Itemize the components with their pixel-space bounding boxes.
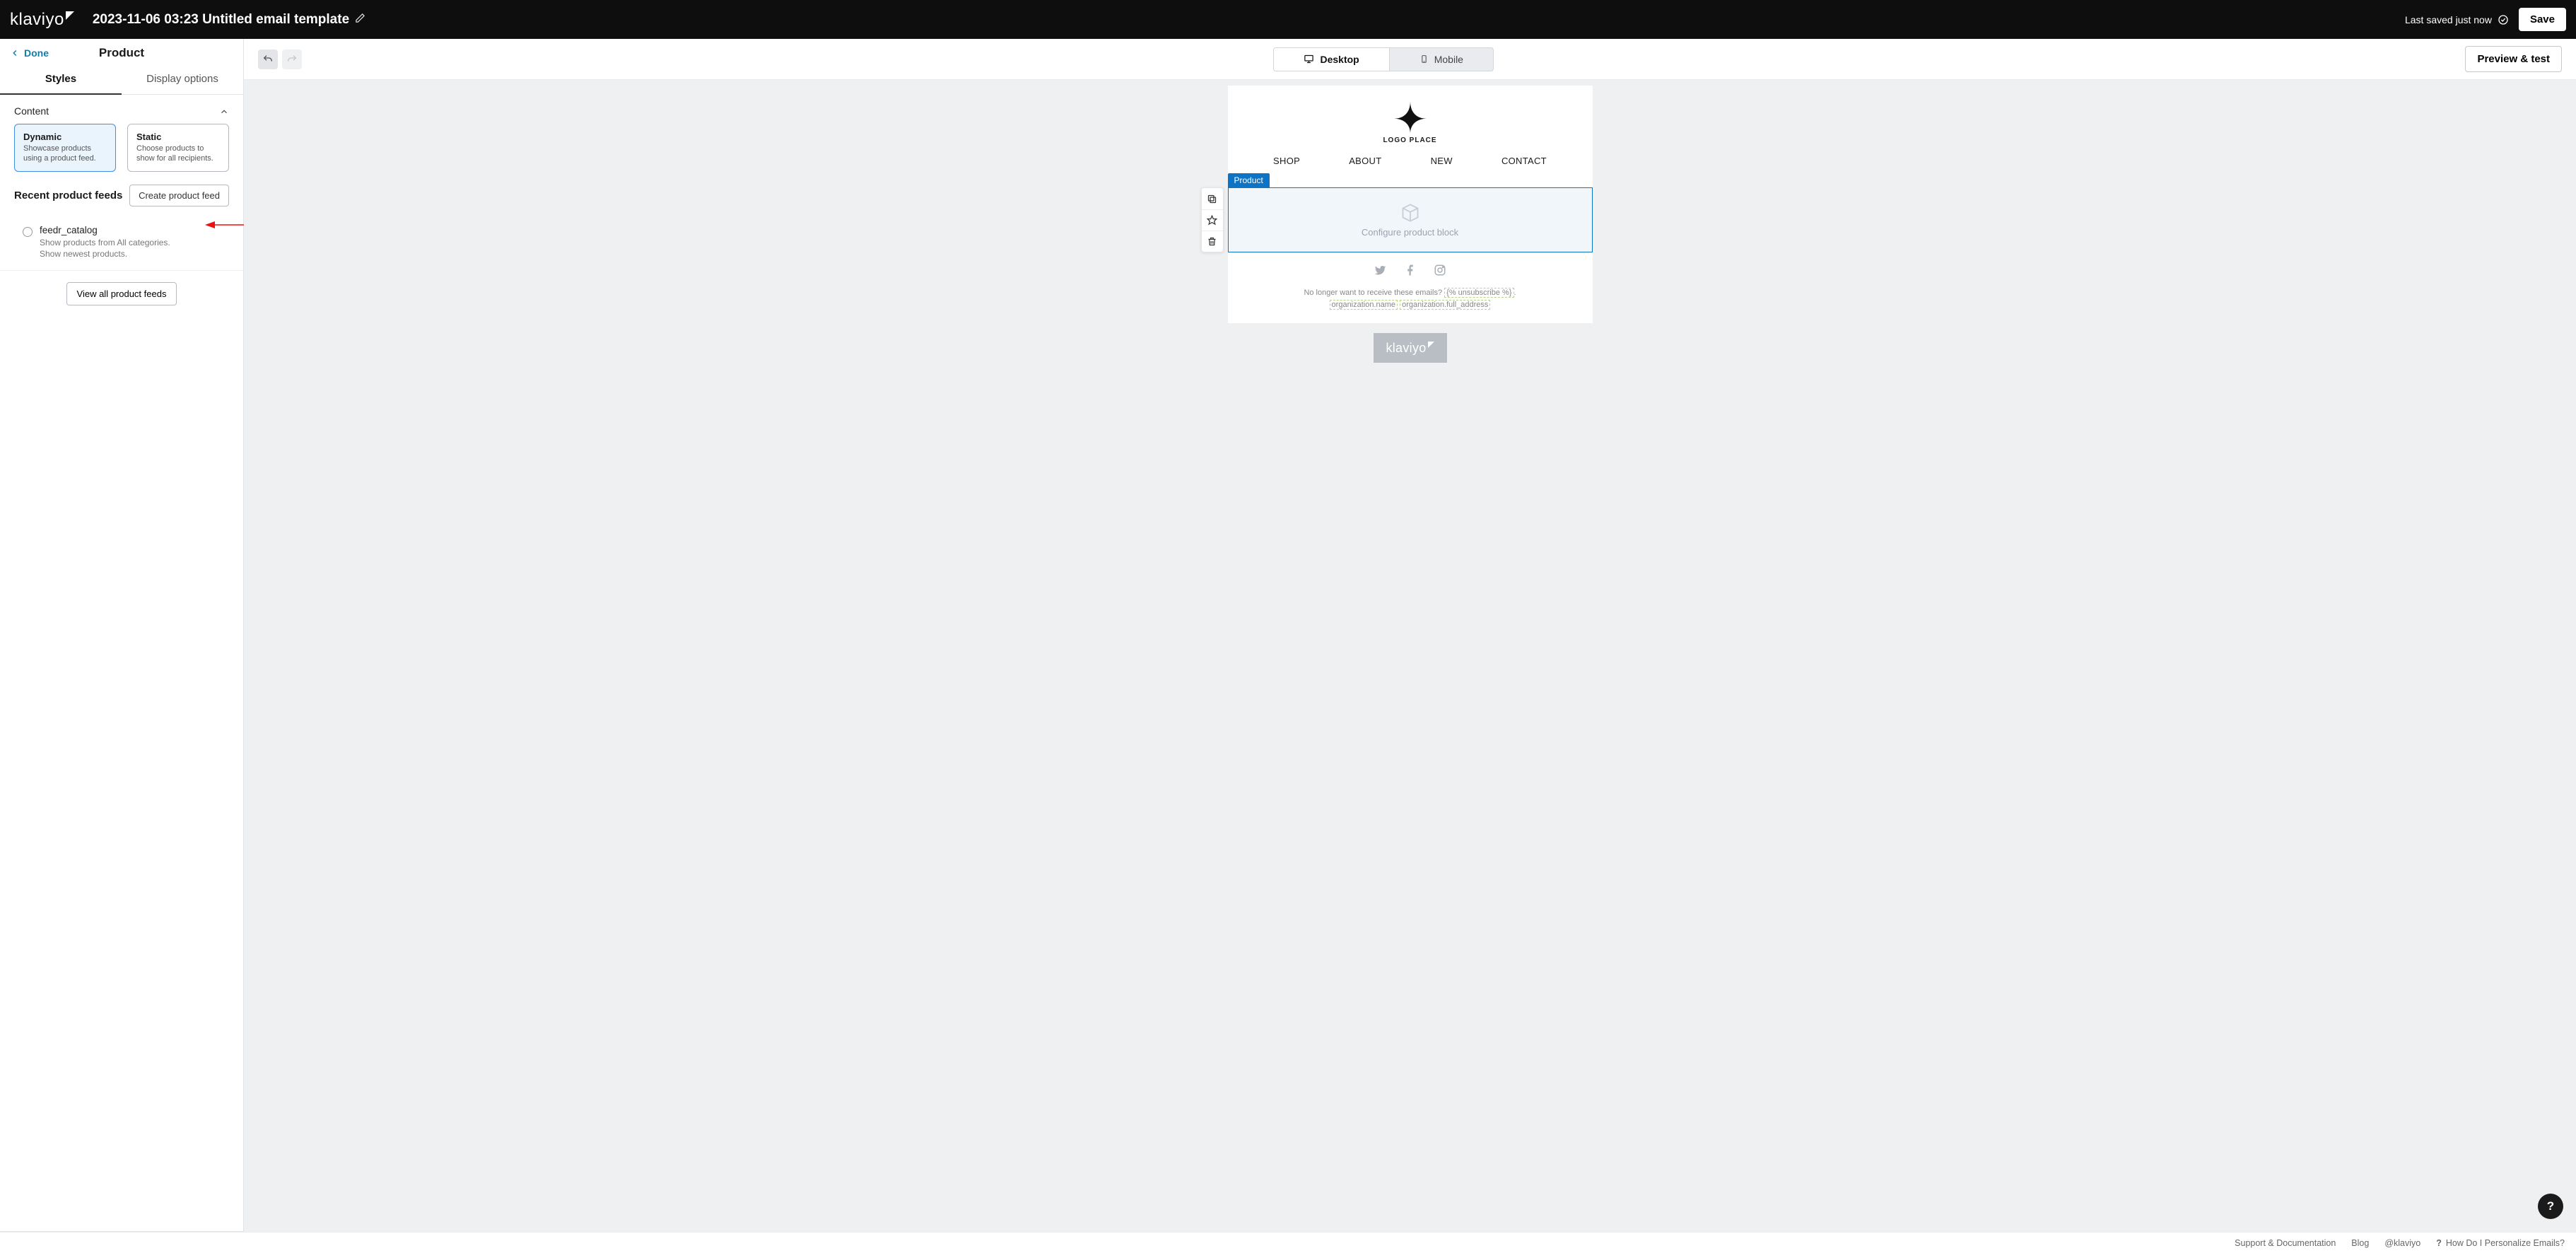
facebook-icon[interactable] <box>1404 264 1417 279</box>
content-section-label: Content <box>14 105 49 117</box>
brand-text: klaviyo <box>10 10 64 30</box>
template-title: 2023-11-06 03:23 Untitled email template <box>93 12 349 28</box>
footer-bar: Support & Documentation Blog @klaviyo ? … <box>0 1232 2576 1253</box>
logo-placeholder-text: LOGO PLACE <box>1228 136 1593 144</box>
unsubscribe-token[interactable]: {% unsubscribe %} <box>1444 288 1514 298</box>
static-title: Static <box>136 132 220 142</box>
preview-test-button[interactable]: Preview & test <box>2465 46 2562 72</box>
package-icon <box>1400 203 1420 223</box>
footer-blog[interactable]: Blog <box>2351 1238 2369 1248</box>
edit-title-icon[interactable] <box>355 12 365 28</box>
email-nav: SHOP ABOUT NEW CONTACT <box>1228 150 1593 173</box>
nav-new[interactable]: NEW <box>1431 156 1453 166</box>
product-block-placeholder-text: Configure product block <box>1362 227 1458 238</box>
static-desc: Choose products to show for all recipien… <box>136 144 220 164</box>
footer-personalize[interactable]: ? How Do I Personalize Emails? <box>2436 1238 2565 1248</box>
create-product-feed-button[interactable]: Create product feed <box>129 185 229 206</box>
logo-placeholder[interactable]: LOGO PLACE <box>1228 101 1593 144</box>
delete-block-button[interactable] <box>1202 231 1223 252</box>
org-address-token[interactable]: organization.full_address <box>1400 300 1490 310</box>
canvas-area: Desktop Mobile Preview & test LOGO PLACE <box>244 39 2576 1232</box>
twitter-icon[interactable] <box>1374 264 1387 279</box>
email-preview: LOGO PLACE SHOP ABOUT NEW CONTACT Produc… <box>1228 86 1593 323</box>
content-mode-static[interactable]: Static Choose products to show for all r… <box>127 124 229 172</box>
recent-feeds-heading: Recent product feeds <box>14 190 122 202</box>
favorite-block-button[interactable] <box>1202 209 1223 231</box>
device-toggle: Desktop Mobile <box>1273 47 1493 71</box>
unsub-prefix: No longer want to receive these emails? <box>1304 289 1444 297</box>
brand-logo: klaviyo <box>10 10 74 30</box>
feed-item-meta-1: Show products from All categories. <box>40 237 170 249</box>
feed-item-radio[interactable] <box>23 227 33 237</box>
nav-shop[interactable]: SHOP <box>1273 156 1300 166</box>
feed-item-meta-2: Show newest products. <box>40 248 170 260</box>
footer-period: . <box>1514 289 1516 297</box>
nav-contact[interactable]: CONTACT <box>1501 156 1547 166</box>
sidebar: Done Product Styles Display options Cont… <box>0 39 244 1232</box>
feed-item[interactable]: feedr_catalog Show products from All cat… <box>0 215 243 272</box>
done-button[interactable]: Done <box>10 47 49 59</box>
tab-display-options[interactable]: Display options <box>122 66 243 94</box>
device-mobile[interactable]: Mobile <box>1390 48 1493 71</box>
duplicate-block-button[interactable] <box>1202 188 1223 209</box>
question-icon: ? <box>2436 1238 2442 1248</box>
feed-item-name: feedr_catalog <box>40 225 170 235</box>
nav-about[interactable]: ABOUT <box>1349 156 1381 166</box>
product-block[interactable]: Configure product block <box>1228 187 1593 252</box>
product-block-tag: Product <box>1228 173 1270 187</box>
content-section-toggle[interactable]: Content <box>0 95 243 124</box>
footer-handle[interactable]: @klaviyo <box>2384 1238 2420 1248</box>
dynamic-desc: Showcase products using a product feed. <box>23 144 107 164</box>
dynamic-title: Dynamic <box>23 132 107 142</box>
instagram-icon[interactable] <box>1434 264 1446 279</box>
klaviyo-footer-badge: klaviyo <box>1374 333 1447 363</box>
footer-support[interactable]: Support & Documentation <box>2235 1238 2336 1248</box>
email-footer: No longer want to receive these emails? … <box>1228 284 1593 323</box>
device-desktop[interactable]: Desktop <box>1274 48 1389 71</box>
save-button[interactable]: Save <box>2519 8 2566 31</box>
help-button[interactable]: ? <box>2538 1194 2563 1219</box>
org-name-token[interactable]: organization.name <box>1330 300 1398 310</box>
tab-styles[interactable]: Styles <box>0 66 122 95</box>
content-mode-dynamic[interactable]: Dynamic Showcase products using a produc… <box>14 124 116 172</box>
redo-button[interactable] <box>282 49 302 69</box>
undo-button[interactable] <box>258 49 278 69</box>
last-saved-status: Last saved just now <box>2405 14 2509 25</box>
social-row <box>1228 252 1593 284</box>
block-controls <box>1201 187 1224 252</box>
top-bar: klaviyo 2023-11-06 03:23 Untitled email … <box>0 0 2576 39</box>
chevron-up-icon <box>219 105 229 117</box>
view-all-feeds-button[interactable]: View all product feeds <box>66 282 177 305</box>
